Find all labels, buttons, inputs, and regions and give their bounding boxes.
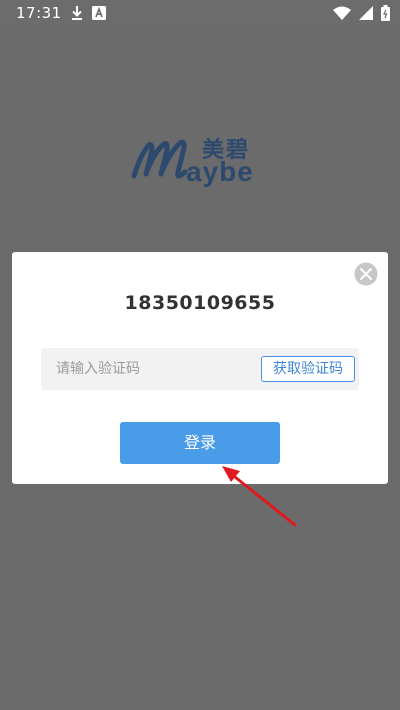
status-left: 17:31 [16, 4, 106, 22]
verification-dialog: 18350109655 获取验证码 登录 [12, 252, 388, 484]
get-code-button[interactable]: 获取验证码 [261, 356, 355, 382]
a-notification-icon [91, 6, 106, 20]
logo-english-text: aybe [186, 156, 254, 187]
status-right [333, 5, 390, 21]
wifi-icon [333, 6, 351, 20]
status-time: 17:31 [16, 4, 62, 22]
close-icon [354, 262, 378, 286]
phone-number: 18350109655 [124, 292, 276, 314]
verification-code-input[interactable] [41, 348, 251, 390]
annotation-arrow-icon [222, 466, 297, 527]
maybe-logo: 美碧 aybe [130, 126, 275, 191]
signal-icon [359, 6, 373, 20]
download-icon [70, 5, 84, 21]
battery-icon [381, 5, 390, 21]
close-button[interactable] [354, 262, 378, 286]
verification-code-row: 获取验证码 [41, 348, 359, 390]
status-bar: 17:31 [0, 0, 400, 26]
